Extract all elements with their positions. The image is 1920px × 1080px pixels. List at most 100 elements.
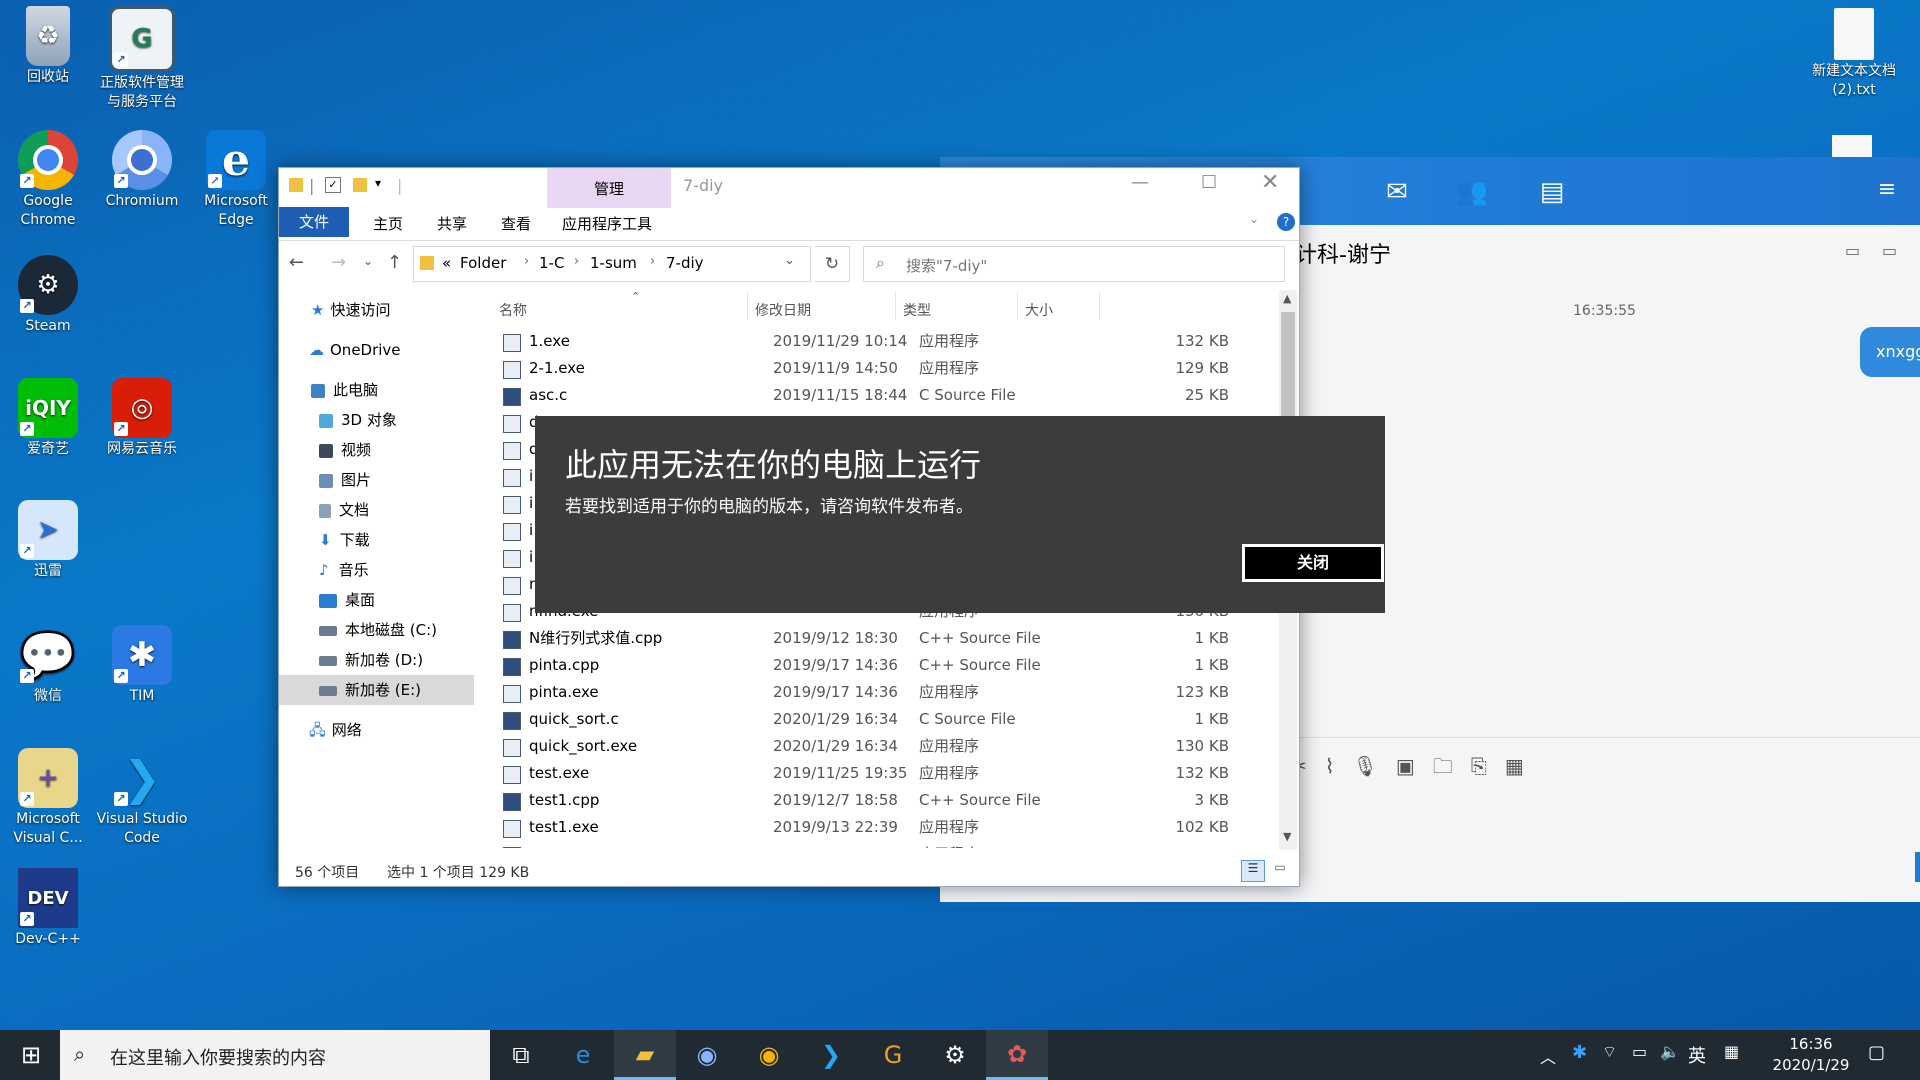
send-button-edge[interactable] bbox=[1915, 852, 1920, 882]
tab-view[interactable]: 查看 bbox=[493, 211, 539, 237]
desktop-icon-new-text-file[interactable]: 新建文本文档 (2).txt bbox=[1806, 8, 1902, 100]
battery-icon[interactable]: ▭ bbox=[1632, 1042, 1647, 1061]
desktop-icon-devcpp[interactable]: DEV ↗ Dev-C++ bbox=[0, 868, 96, 949]
tab-home[interactable]: 主页 bbox=[365, 211, 411, 237]
desktop-icon-chrome[interactable]: ↗ Google Chrome bbox=[0, 130, 96, 230]
col-type[interactable]: 类型 bbox=[903, 300, 931, 320]
manage-tab[interactable]: 管理 bbox=[547, 168, 671, 208]
window-icon[interactable]: ▭ bbox=[1882, 241, 1897, 260]
table-row[interactable]: pinta.exe 2019/9/17 14:36 应用程序 123 KB bbox=[489, 679, 1249, 706]
notes-icon[interactable]: ▤ bbox=[1535, 177, 1569, 207]
volume-icon[interactable]: 🔈 bbox=[1660, 1042, 1680, 1061]
new-folder-icon[interactable] bbox=[353, 178, 367, 192]
clock[interactable]: 16:36 2020/1/29 bbox=[1768, 1034, 1854, 1076]
table-row[interactable]: test1.exe 2019/9/13 22:39 应用程序 102 KB bbox=[489, 814, 1249, 841]
maximize-button[interactable]: ☐ bbox=[1201, 172, 1217, 193]
file-size: 3 KB bbox=[1194, 791, 1229, 809]
scroll-up-icon[interactable]: ▲ bbox=[1283, 292, 1291, 305]
ime-mode-icon[interactable]: ▦ bbox=[1724, 1042, 1739, 1061]
chevron-down-icon[interactable]: ⌄ bbox=[1249, 212, 1259, 226]
taskbar-search[interactable]: ⌕ 在这里输入你要搜索的内容 bbox=[60, 1030, 490, 1080]
scroll-down-icon[interactable]: ▼ bbox=[1283, 830, 1291, 843]
table-row[interactable]: asc.c 2019/11/15 18:44 C Source File 25 KB bbox=[489, 382, 1249, 409]
table-row[interactable]: pinta.cpp 2019/9/17 14:36 C++ Source File 1… bbox=[489, 652, 1249, 679]
search-box[interactable]: ⌕ 搜索"7-diy" bbox=[863, 246, 1285, 282]
taskbar-edge[interactable]: e bbox=[552, 1030, 614, 1080]
col-size[interactable]: 大小 bbox=[1025, 300, 1053, 320]
quick-access-dropdown-icon[interactable]: ▾ bbox=[375, 176, 381, 190]
tim-tray-icon[interactable]: ✱ bbox=[1572, 1042, 1587, 1063]
desktop-icon-iqiyi[interactable]: iQIY ↗ 爱奇艺 bbox=[0, 378, 96, 459]
table-row[interactable]: test.exe 2019/11/25 19:35 应用程序 132 KB bbox=[489, 760, 1249, 787]
taskbar-chromium[interactable]: ◉ bbox=[676, 1030, 738, 1080]
forward-button[interactable]: → bbox=[331, 252, 346, 273]
close-window-button[interactable]: ✕ bbox=[1261, 170, 1279, 195]
mic-icon[interactable]: 🎙 bbox=[1353, 754, 1396, 778]
properties-icon[interactable]: ✓ bbox=[325, 177, 341, 193]
screen-share-icon[interactable]: ▭ bbox=[1845, 241, 1860, 260]
desktop-icon-steam[interactable]: ⚙ ↗ Steam bbox=[0, 255, 96, 336]
large-icons-view-icon[interactable]: ▭ bbox=[1269, 860, 1291, 880]
table-row[interactable]: quick_sort.exe 2020/1/29 16:34 应用程序 130 KB bbox=[489, 733, 1249, 760]
recent-dropdown-icon[interactable]: ⌄ bbox=[363, 254, 373, 268]
breadcrumb-7diy[interactable]: 7-diy bbox=[666, 254, 704, 272]
folder-icon[interactable]: 🗀 bbox=[1433, 754, 1471, 778]
image-icon[interactable]: ▣ bbox=[1396, 754, 1433, 778]
help-icon[interactable]: ? bbox=[1277, 213, 1295, 231]
tab-app-tools[interactable]: 应用程序工具 bbox=[554, 211, 660, 237]
breadcrumb-overflow[interactable]: « bbox=[442, 254, 451, 272]
taskbar-error-app[interactable]: ✿ bbox=[986, 1030, 1048, 1080]
back-button[interactable]: ← bbox=[289, 252, 304, 273]
desktop-icon-edge[interactable]: e ↗ Microsoft Edge bbox=[188, 130, 284, 230]
taskbar-explorer[interactable]: ▰ bbox=[614, 1030, 676, 1080]
calendar-icon[interactable]: ▦ bbox=[1505, 754, 1542, 778]
desktop-icon-recycle-bin[interactable]: ♻ 回收站 bbox=[0, 6, 96, 87]
desktop-icon-vscode[interactable]: ❯ ↗ Visual Studio Code bbox=[94, 748, 190, 848]
col-date[interactable]: 修改日期 bbox=[755, 300, 811, 320]
message-icon[interactable]: ✉ bbox=[1380, 177, 1414, 207]
contacts-icon[interactable]: 👥 bbox=[1455, 177, 1489, 207]
menu-icon[interactable]: ≡ bbox=[1870, 177, 1904, 205]
table-row[interactable]: 2-1.exe 2019/11/9 14:50 应用程序 129 KB bbox=[489, 355, 1249, 382]
address-dropdown-icon[interactable]: ⌄ bbox=[784, 253, 795, 268]
minimize-button[interactable]: — bbox=[1131, 172, 1149, 193]
breadcrumb-folder[interactable]: Folder bbox=[460, 254, 506, 272]
taskbar-settings[interactable]: ⚙ bbox=[924, 1030, 986, 1080]
taskbar-vscode[interactable]: ❯ bbox=[800, 1030, 862, 1080]
desktop-icon-software-platform[interactable]: G ↗ 正版软件管理与服务平台 bbox=[94, 6, 190, 112]
breadcrumb-1sum[interactable]: 1-sum bbox=[590, 254, 637, 272]
notification-icon[interactable]: ▢ bbox=[1868, 1042, 1885, 1063]
wifi-icon[interactable]: ⌔ bbox=[1602, 1042, 1617, 1062]
desktop-icon-visual-c[interactable]: + ↗ Microsoft Visual C... bbox=[0, 748, 96, 848]
breadcrumb-1c[interactable]: 1-C bbox=[539, 254, 564, 272]
task-view-button[interactable]: ⧉ bbox=[490, 1030, 552, 1080]
screenshot-icon[interactable]: ⎘ bbox=[1471, 754, 1505, 778]
desktop-icon-chromium[interactable]: ↗ Chromium bbox=[94, 130, 190, 211]
close-button[interactable]: 关闭 bbox=[1242, 544, 1384, 582]
details-view-icon[interactable]: ☰ bbox=[1241, 860, 1265, 882]
tray-chevron-icon[interactable]: ︿ bbox=[1540, 1044, 1556, 1068]
ime-indicator[interactable]: 英 bbox=[1688, 1042, 1706, 1068]
refresh-button[interactable]: ↻ bbox=[815, 246, 850, 282]
table-row[interactable]: quick_sort.c 2020/1/29 16:34 C Source File… bbox=[489, 706, 1249, 733]
desktop-icon-wechat[interactable]: 💬 ↗ 微信 bbox=[0, 625, 96, 706]
tab-share[interactable]: 共享 bbox=[429, 211, 475, 237]
tab-file[interactable]: 文件 bbox=[279, 207, 349, 237]
selection-info: 选中 1 个项目 129 KB bbox=[387, 865, 530, 881]
table-row[interactable]: test1.cpp 2019/12/7 18:58 C++ Source File 3… bbox=[489, 787, 1249, 814]
table-row[interactable]: 1.exe 2019/11/29 10:14 应用程序 132 KB bbox=[489, 328, 1249, 355]
nav-quick-access[interactable]: ★ 快速访问 bbox=[279, 295, 474, 325]
start-button[interactable]: ⊞ bbox=[0, 1030, 62, 1080]
desktop-icon-netease-music[interactable]: ◎ ↗ 网易云音乐 bbox=[94, 378, 190, 459]
desktop-icon-xunlei[interactable]: ➤ ↗ 迅雷 bbox=[0, 500, 96, 581]
address-bar[interactable]: « Folder › 1-C › 1-sum › 7-diy ⌄ bbox=[413, 246, 811, 282]
table-row[interactable]: N维行列式求值.cpp 2019/9/12 18:30 C++ Source Fil… bbox=[489, 625, 1249, 652]
scroll-thumb[interactable] bbox=[1281, 312, 1295, 422]
col-name[interactable]: 名称 bbox=[499, 300, 527, 320]
desktop-icon-tim[interactable]: ✱ ↗ TIM bbox=[94, 625, 190, 706]
up-button[interactable]: ↑ bbox=[387, 252, 402, 273]
taskbar-software-platform[interactable]: G bbox=[862, 1030, 924, 1080]
table-row[interactable]: test2.exe 2019/11/29 16:43 应用程序 126 KB bbox=[489, 841, 1249, 848]
shake-icon[interactable]: ⌇ bbox=[1325, 754, 1353, 778]
taskbar-chrome[interactable]: ◉ bbox=[738, 1030, 800, 1080]
